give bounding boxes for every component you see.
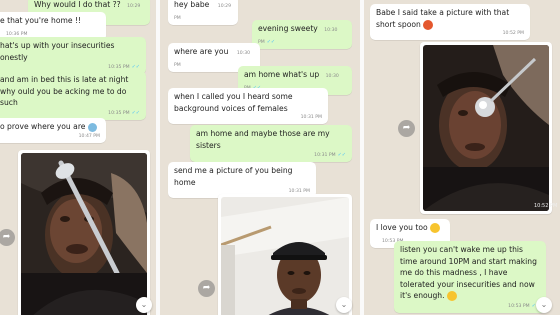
selfie-with-spoon-photo — [423, 45, 549, 211]
message-bubble-outgoing[interactable]: hat's up with your insecurities onestly … — [0, 37, 146, 74]
heart-eyes-emoji-icon — [430, 223, 441, 233]
message-text: listen you can't wake me up this time ar… — [400, 245, 537, 300]
read-ticks-icon: ✓✓ — [337, 152, 346, 158]
unamused-face-emoji-icon — [446, 291, 457, 301]
message-time: 10:35 PM — [108, 110, 130, 116]
chat-panel-3[interactable]: Babe I said take a picture with that sho… — [364, 0, 560, 315]
message-text: evening sweety — [258, 24, 318, 33]
message-bubble-outgoing[interactable]: and am in bed this is late at night why … — [0, 71, 146, 120]
message-bubble-outgoing[interactable]: listen you can't wake me up this time ar… — [394, 241, 546, 313]
message-bubble-outgoing[interactable]: evening sweety 10:30 PM ✓✓ — [252, 20, 352, 49]
read-ticks-icon: ✓✓ — [131, 109, 140, 116]
message-text: am home what's up — [244, 70, 320, 79]
chevron-down-icon[interactable]: ⌄ — [136, 297, 152, 313]
message-bubble-incoming[interactable]: Babe I said take a picture with that sho… — [370, 4, 530, 40]
chevron-down-icon[interactable]: ⌄ — [336, 297, 352, 313]
message-time: 10:31 PM — [314, 153, 336, 158]
message-text: I love you too — [376, 223, 428, 232]
message-time: 10:36 PM — [6, 31, 28, 37]
message-bubble-incoming[interactable]: send me a picture of you being home 10:3… — [168, 162, 316, 198]
message-text: o prove where you are — [0, 122, 86, 131]
read-ticks-icon: ✓✓ — [131, 64, 140, 70]
image-message[interactable] — [218, 194, 352, 315]
message-time: 10:35 PM — [108, 65, 130, 70]
message-time: 10:53 PM — [508, 303, 530, 309]
message-text: e that you're home !! — [0, 16, 82, 25]
message-bubble-incoming[interactable]: hey babe 10:29 PM — [168, 0, 238, 25]
message-text: Why would I do that ?? — [34, 0, 121, 9]
message-text: Babe I said take a picture with that sho… — [376, 8, 510, 29]
message-text: when I called you I heard some backgroun… — [174, 92, 293, 113]
message-time: 10:47 PM — [78, 133, 100, 139]
read-ticks-icon: ✓✓ — [266, 38, 276, 45]
message-text: send me a picture of you being home — [174, 166, 293, 187]
image-message[interactable] — [18, 150, 150, 315]
chat-panel-1[interactable]: Why would I do that ?? 10:29 PM✓✓ e that… — [0, 0, 156, 315]
message-bubble-incoming[interactable]: when I called you I heard some backgroun… — [168, 88, 328, 124]
chat-panel-2[interactable]: hey babe 10:29 PM evening sweety 10:30 P… — [160, 0, 360, 315]
message-text: hat's up with your insecurities onestly — [0, 41, 115, 62]
message-bubble-incoming[interactable]: o prove where you are 10:47 PM — [0, 118, 106, 143]
message-text: hey babe — [174, 0, 210, 9]
man-in-cap-photo — [221, 197, 349, 315]
share-icon[interactable]: ➦ — [198, 280, 215, 297]
selfie-with-spoon-photo — [21, 153, 147, 315]
person-raising-hand-emoji-icon — [87, 122, 97, 132]
message-bubble-outgoing[interactable]: am home and maybe those are my sisters 1… — [190, 125, 352, 162]
message-text: where are you — [174, 47, 229, 56]
photo-time: 10:52 PM — [534, 203, 558, 209]
message-time: 10:52 PM — [502, 31, 524, 36]
angry-face-emoji-icon — [423, 19, 434, 30]
chevron-down-icon[interactable]: ⌄ — [536, 297, 552, 313]
share-icon[interactable]: ➦ — [398, 120, 415, 137]
image-message[interactable] — [420, 42, 552, 214]
message-text: am home and maybe those are my sisters — [196, 129, 330, 150]
share-icon[interactable]: ➦ — [0, 229, 15, 246]
message-text: and am in bed this is late at night why … — [0, 75, 129, 107]
message-time: 10:31 PM — [300, 115, 322, 120]
screenshot-collage: Why would I do that ?? 10:29 PM✓✓ e that… — [0, 0, 560, 315]
